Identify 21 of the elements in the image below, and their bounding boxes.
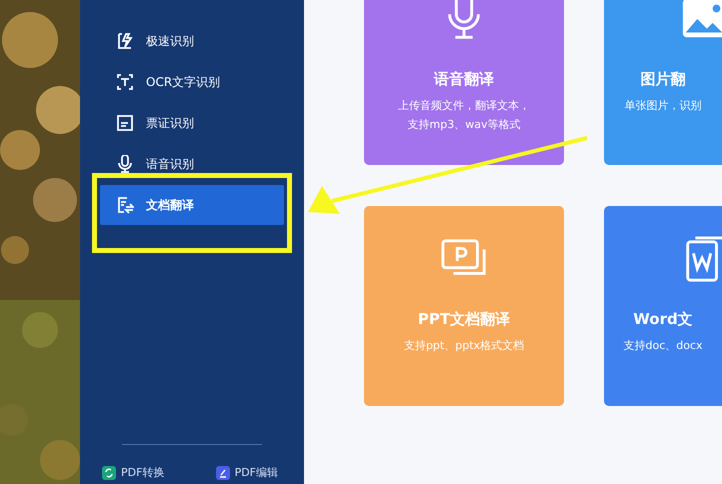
document-icon — [116, 196, 134, 214]
microphone-icon — [116, 155, 134, 173]
feature-card[interactable]: Word文 支持doc、docx — [604, 206, 722, 406]
card-title: 图片翻 — [640, 70, 686, 89]
bolt-icon — [116, 32, 134, 50]
card-title: 语音翻译 — [434, 70, 494, 89]
sidebar-item[interactable]: 语音识别 — [100, 144, 284, 184]
footer-link[interactable]: PDF转换 — [102, 465, 164, 480]
footer-link[interactable]: PDF编辑 — [216, 465, 278, 480]
text-scan-icon — [116, 73, 134, 91]
card-description: 支持doc、docx — [622, 338, 704, 354]
card-title: Word文 — [633, 310, 693, 329]
card-description: 支持ppt、pptx格式文档 — [402, 338, 526, 354]
sidebar-item[interactable]: 文档翻译 — [100, 185, 284, 225]
card-description: 单张图片，识别 — [624, 98, 702, 114]
sidebar-item[interactable]: 票证识别 — [100, 103, 284, 143]
sidebar-item[interactable]: 极速识别 — [100, 21, 284, 61]
ticket-icon — [116, 114, 134, 132]
sidebar-item[interactable]: OCR文字识别 — [100, 62, 284, 102]
card-description: 上传音频文件，翻译文本，支持mp3、wav等格式 — [397, 98, 531, 133]
card-title: PPT文档翻译 — [418, 310, 510, 329]
